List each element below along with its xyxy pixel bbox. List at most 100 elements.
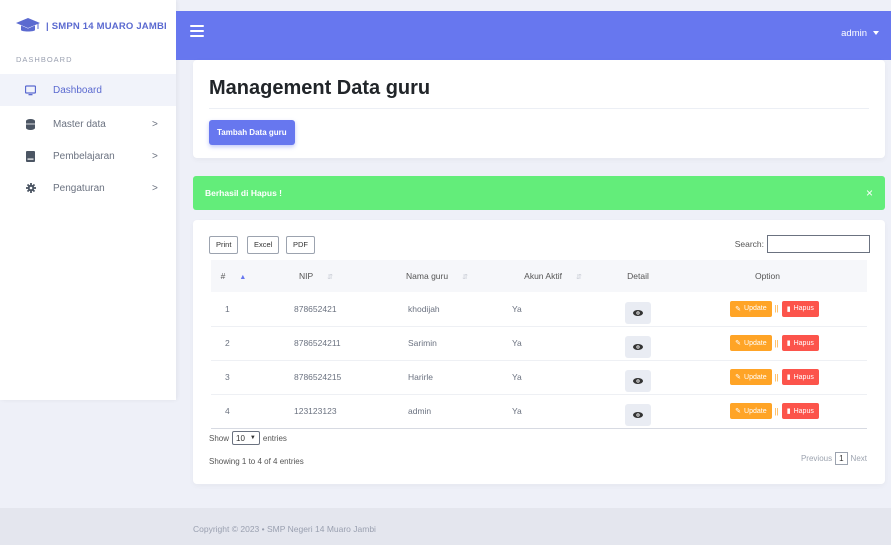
sidebar-item-label: Dashboard [53,84,102,96]
cell-no: 4 [211,394,256,429]
cell-aktif: Ya [498,292,608,327]
table-row: 1 878652421 khodijah Ya ✎ Update || ▮ Hapus [211,292,867,327]
excel-button[interactable]: Excel [247,236,280,254]
edit-icon: ✎ [735,374,742,381]
page-title: Management Data guru [209,77,431,99]
table-row: 2 8786524211 Sarimin Ya ✎ Update || ▮ Hapus [211,326,867,361]
view-detail-button[interactable] [625,370,651,392]
cell-no: 1 [211,292,256,327]
divider [209,108,869,109]
caret-down-icon [873,31,879,36]
view-detail-button[interactable] [625,404,651,426]
hamburger-menu-icon[interactable] [190,25,204,40]
eye-icon [633,309,643,316]
column-header-option: Option [668,260,867,292]
sidebar-item-master-data[interactable]: Master data > [0,108,176,140]
cell-nip: 123123123 [256,394,376,429]
sidebar-item-dashboard[interactable]: Dashboard [0,74,176,106]
search-label: Search: [734,239,764,249]
sidebar-item-label: Pengaturan [53,182,105,194]
alert-message: Berhasil di Hapus ! [205,188,282,198]
graduation-cap-icon [16,18,40,32]
sort-icon: ⇵ [327,274,334,281]
chevron-right-icon: > [152,118,158,130]
table-row: 4 123123123 admin Ya ✎ Update || ▮ Hapus [211,394,867,429]
delete-button[interactable]: ▮ Hapus [781,335,819,351]
monitor-icon [25,84,36,96]
trash-icon: ▮ [786,374,791,381]
edit-icon: ✎ [735,340,742,347]
edit-icon: ✎ [735,408,742,415]
update-button[interactable]: ✎ Update [730,335,772,351]
delete-button[interactable]: ▮ Hapus [781,369,819,385]
eye-icon [633,344,643,350]
cell-option: ✎ Update || ▮ Hapus [668,394,867,429]
cell-option: ✎ Update || ▮ Hapus [668,292,867,327]
show-entries: Show 10 ▼ entries [209,431,287,445]
sort-icon: ⇵ [575,274,582,281]
page-1-button[interactable]: 1 [835,452,848,465]
cell-nip: 8786524211 [256,326,376,361]
cell-detail [608,292,668,327]
entries-select[interactable]: 10 ▼ [232,431,260,445]
page-header-card: Management Data guru Tambah Data guru [193,60,885,158]
delete-button[interactable]: ▮ Hapus [781,403,819,419]
print-button[interactable]: Print [209,236,239,254]
separator: || [774,338,779,348]
column-header-aktif[interactable]: Akun Aktif ⇵ [498,260,608,292]
success-alert: Berhasil di Hapus ! × [193,176,885,210]
user-menu[interactable]: admin [841,28,879,39]
chevron-down-icon: ▼ [249,435,256,441]
brand[interactable]: | SMPN 14 MUARO JAMBI [16,13,167,39]
table-info: Showing 1 to 4 of 4 entries [209,457,304,466]
delete-button[interactable]: ▮ Hapus [781,300,819,317]
table-header-row: # ▲ NIP ⇵ Nama guru ⇵ Akun Aktif ⇵ Detail Op… [211,260,867,292]
eye-icon [633,378,643,384]
update-button[interactable]: ✎ Update [730,369,772,385]
add-guru-button[interactable]: Tambah Data guru [209,120,295,145]
eye-icon [633,412,643,418]
sort-icon: ⇵ [462,274,468,281]
sidebar-item-pembelajaran[interactable]: Pembelajaran > [0,140,176,172]
book-icon [25,150,36,162]
sidebar-item-pengaturan[interactable]: Pengaturan > [0,172,176,204]
pdf-button[interactable]: PDF [286,236,315,254]
user-name: admin [841,28,867,39]
edit-icon: ✎ [735,305,742,313]
view-detail-button[interactable] [625,301,651,324]
chevron-right-icon: > [152,182,158,194]
cell-option: ✎ Update || ▮ Hapus [668,360,867,395]
sidebar-item-label: Master data [53,118,106,130]
cell-no: 3 [211,360,256,395]
chevron-right-icon: > [152,150,158,162]
database-icon [25,118,36,130]
cell-nip: 878652421 [256,292,376,327]
cell-nama: Sarimin [376,326,498,361]
next-page-button[interactable]: Next [849,454,869,463]
sidebar-section-label: DASHBOARD [16,55,73,64]
cell-aktif: Ya [498,394,608,429]
sidebar: | SMPN 14 MUARO JAMBI DASHBOARD Dashboar… [0,0,176,400]
column-header-nip[interactable]: NIP ⇵ [256,260,376,292]
cell-no: 2 [211,326,256,361]
brand-name: | SMPN 14 MUARO JAMBI [46,20,167,32]
cell-detail [608,326,668,361]
trash-icon: ▮ [786,340,791,347]
column-header-no[interactable]: # ▲ [211,260,256,292]
column-header-nama[interactable]: Nama guru ⇵ [376,260,498,292]
cell-aktif: Ya [498,360,608,395]
trash-icon: ▮ [786,305,791,313]
update-button[interactable]: ✎ Update [730,300,772,317]
sort-asc-icon: ▲ [239,274,247,281]
close-icon[interactable]: × [866,176,873,210]
search-input[interactable] [767,235,870,253]
cell-nama: khodijah [376,292,498,327]
table-row: 3 8786524215 Harirle Ya ✎ Update || ▮ Hapus [211,360,867,395]
update-button[interactable]: ✎ Update [730,403,772,419]
data-table-card: Print Excel PDF Search: # ▲ NIP ⇵ Nama gur… [193,220,885,484]
cell-aktif: Ya [498,326,608,361]
previous-page-button[interactable]: Previous [799,454,834,463]
cell-nama: Harirle [376,360,498,395]
cell-detail [608,360,668,395]
view-detail-button[interactable] [625,336,651,358]
